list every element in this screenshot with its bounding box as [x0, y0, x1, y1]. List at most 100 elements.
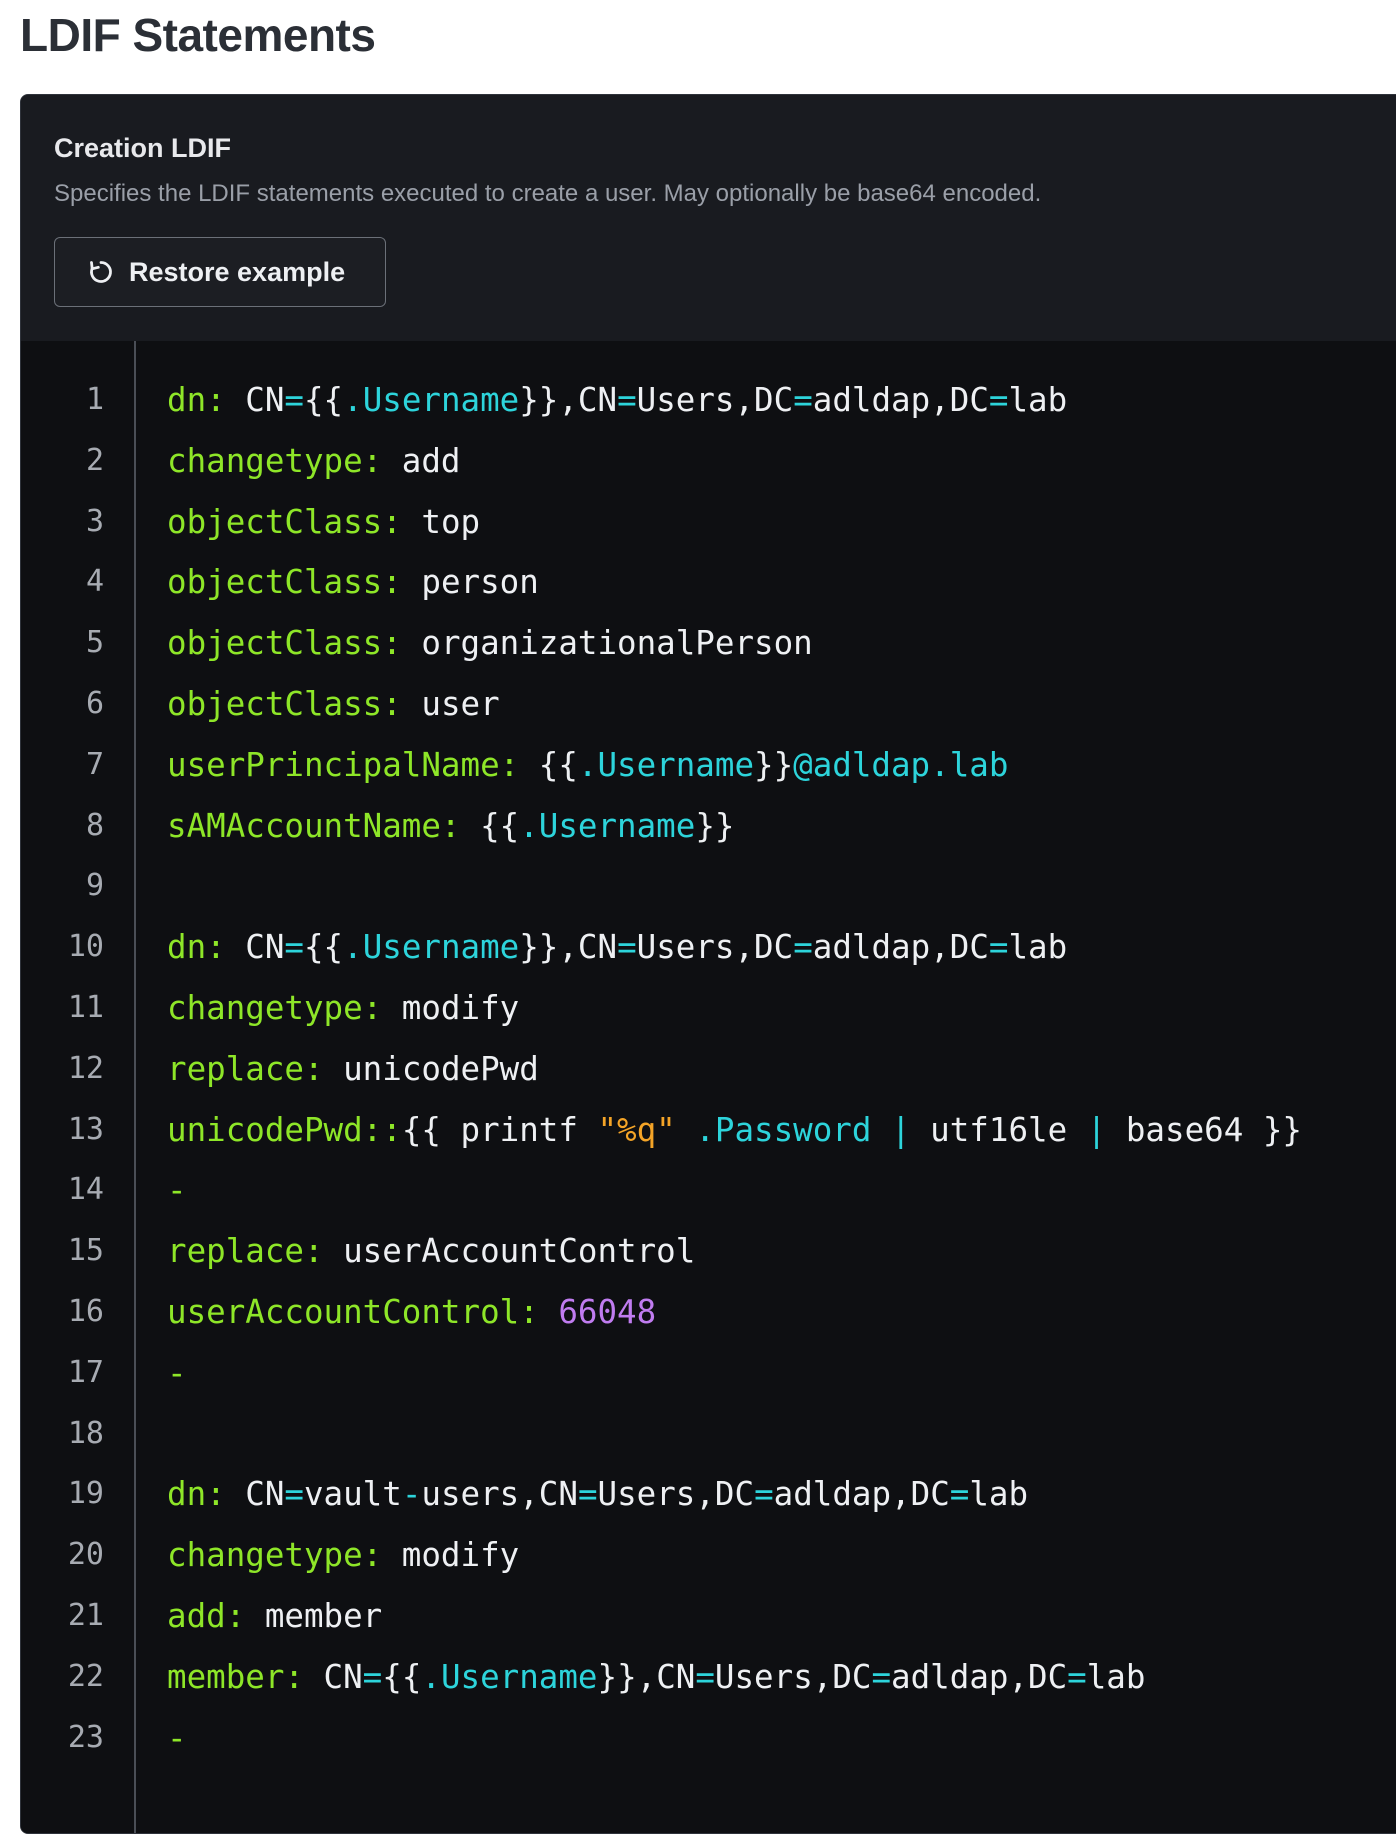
code-token: user — [401, 684, 500, 723]
code-token: .Username — [421, 1657, 598, 1696]
code-line[interactable]: changetype: modify — [167, 978, 1396, 1039]
code-token: adldap,DC — [773, 1475, 950, 1514]
code-token: = — [754, 1475, 774, 1514]
code-line[interactable]: unicodePwd::{{ printf "%q" .Password | u… — [167, 1100, 1396, 1161]
code-token: - — [167, 1718, 187, 1757]
code-line[interactable]: sAMAccountName: {{.Username}} — [167, 796, 1396, 857]
code-line[interactable]: objectClass: person — [167, 552, 1396, 613]
code-token: unicodePwd:: — [167, 1110, 402, 1149]
code-token: | — [1086, 1110, 1107, 1149]
section-title: LDIF Statements — [20, 9, 376, 61]
line-number: 20 — [67, 1537, 104, 1573]
code-token: .Username — [519, 806, 696, 845]
restore-example-label: Restore example — [129, 256, 346, 287]
line-number: 8 — [85, 807, 104, 843]
code-token: vault — [303, 1475, 402, 1514]
code-line[interactable]: objectClass: organizationalPerson — [167, 613, 1396, 674]
code-token: add: — [167, 1596, 246, 1635]
code-token: person — [401, 563, 539, 602]
code-line[interactable]: objectClass: top — [167, 492, 1396, 553]
code-line[interactable]: member: CN={{.Username}},CN=Users,DC=adl… — [167, 1647, 1396, 1708]
line-number: 6 — [85, 685, 104, 721]
field-label: Creation LDIF — [54, 133, 232, 163]
code-token: {{ — [303, 381, 344, 419]
line-number: 14 — [67, 1172, 104, 1208]
code-token: }},CN — [519, 928, 618, 967]
code-token: CN — [225, 1475, 285, 1514]
creation-ldif-panel: Creation LDIF Specifies the LDIF stateme… — [20, 94, 1396, 1834]
code-line[interactable] — [167, 856, 1396, 917]
restore-example-button[interactable]: Restore example — [54, 237, 386, 307]
code-token: CN — [303, 1657, 363, 1696]
code-token: .Password — [695, 1110, 872, 1149]
restore-icon — [87, 258, 115, 286]
code-token: = — [284, 381, 304, 419]
code-line[interactable]: changetype: modify — [167, 1525, 1396, 1586]
code-line[interactable]: - — [167, 1708, 1396, 1769]
code-token: changetype: — [167, 1536, 383, 1575]
code-token: dn: — [167, 381, 226, 419]
code-token: Users,DC — [597, 1475, 755, 1514]
line-number: 2 — [85, 442, 104, 478]
code-token: member: — [167, 1657, 304, 1696]
code-token: adldap,DC — [812, 381, 989, 419]
code-token: }},CN — [597, 1657, 696, 1696]
code-token: 66048 — [558, 1292, 657, 1331]
code-token: - — [167, 1353, 187, 1392]
code-token: adldap,DC — [812, 928, 989, 967]
code-line[interactable] — [167, 1404, 1396, 1465]
code-line[interactable]: add: member — [167, 1586, 1396, 1647]
code-line[interactable]: dn: CN={{.Username}},CN=Users,DC=adldap,… — [167, 917, 1396, 978]
code-token: utf16le — [910, 1110, 1087, 1149]
code-token: {{ — [382, 1657, 422, 1696]
code-token: - — [401, 1475, 422, 1514]
code-token: userPrincipalName: — [167, 745, 520, 784]
code-token: .Username — [343, 381, 520, 419]
code-token: objectClass: — [167, 563, 402, 602]
code-token: Users,DC — [636, 928, 794, 967]
code-line[interactable]: replace: unicodePwd — [167, 1039, 1396, 1100]
code-token: CN — [225, 381, 285, 419]
code-token: userAccountControl — [323, 1232, 696, 1271]
line-number: 13 — [67, 1111, 104, 1147]
code-token: lab — [969, 1475, 1029, 1514]
line-number: 21 — [67, 1597, 104, 1633]
code-content[interactable]: dn: CN={{.Username}},CN=Users,DC=adldap,… — [167, 370, 1396, 1768]
code-token: objectClass: — [167, 684, 402, 723]
code-token: objectClass: — [167, 624, 402, 663]
code-line[interactable]: dn: CN=vault-users,CN=Users,DC=adldap,DC… — [167, 1464, 1396, 1525]
code-token: = — [793, 381, 813, 419]
code-token: base64 }} — [1106, 1110, 1302, 1149]
line-number: 15 — [67, 1233, 104, 1269]
code-line[interactable]: replace: userAccountControl — [167, 1221, 1396, 1282]
code-line[interactable]: - — [167, 1343, 1396, 1404]
code-line[interactable]: objectClass: user — [167, 674, 1396, 735]
code-token: top — [401, 502, 481, 541]
code-line[interactable]: changetype: add — [167, 431, 1396, 492]
line-number: 4 — [85, 564, 104, 600]
ldif-code-editor[interactable]: 1 2 3 4 5 6 7 8 9 10 11 12 13 14 15 16 17 18 19 20 21 22 23 dn… — [21, 341, 1396, 1833]
line-number: 23 — [67, 1719, 104, 1755]
line-number: 7 — [85, 746, 104, 782]
line-number: 19 — [67, 1476, 104, 1512]
line-number: 22 — [67, 1658, 104, 1694]
code-line[interactable]: userPrincipalName: {{.Username}}@adldap.… — [167, 735, 1396, 796]
code-token: changetype: — [167, 988, 383, 1027]
code-token: "%q" — [597, 1110, 676, 1149]
code-line[interactable]: dn: CN={{.Username}},CN=Users,DC=adldap,… — [167, 370, 1396, 431]
code-token: = — [793, 928, 813, 967]
code-token: {{ — [519, 745, 578, 784]
code-token: lab — [1008, 928, 1068, 967]
code-token: = — [362, 1657, 383, 1696]
code-token: = — [617, 381, 637, 419]
code-token: replace: — [167, 1049, 324, 1088]
code-token: objectClass: — [167, 502, 402, 541]
code-line[interactable]: - — [167, 1160, 1396, 1221]
code-line[interactable]: userAccountControl: 66048 — [167, 1282, 1396, 1343]
code-token: }} — [754, 745, 794, 784]
code-token: {{ — [303, 928, 344, 967]
code-token: lab — [1086, 1657, 1146, 1696]
code-token: {{ — [460, 806, 520, 845]
